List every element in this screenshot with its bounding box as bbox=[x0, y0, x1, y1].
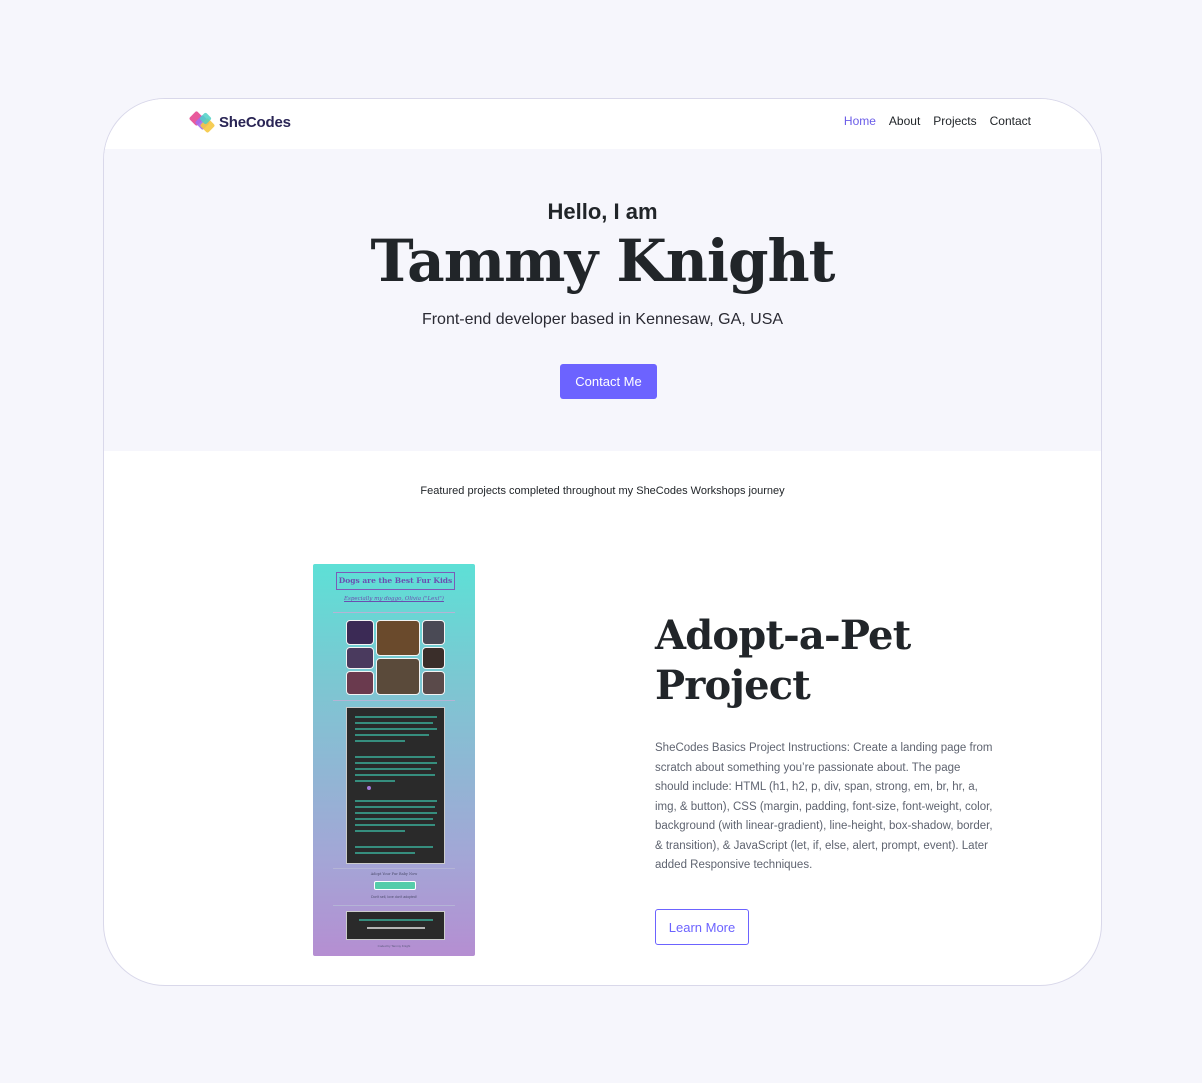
project-description: SheCodes Basics Project Instructions: Cr… bbox=[655, 742, 993, 871]
hero-subtitle: Front-end developer based in Kennesaw, G… bbox=[421, 311, 784, 328]
dog-photo bbox=[376, 658, 420, 695]
text-line bbox=[355, 716, 437, 718]
thumbnail-divider bbox=[333, 612, 455, 613]
text-line bbox=[355, 806, 435, 808]
thumbnail-title: Dogs are the Best Fur Kids bbox=[336, 572, 455, 590]
text-line bbox=[355, 780, 395, 782]
nav-link-projects[interactable]: Projects bbox=[933, 114, 976, 128]
text-line bbox=[355, 728, 437, 730]
project-title: Adopt-a-Pet Project bbox=[655, 612, 911, 709]
dog-photo bbox=[376, 620, 420, 656]
dog-photo bbox=[422, 647, 445, 669]
contact-me-button[interactable]: Contact Me bbox=[560, 364, 657, 399]
nav-link-about[interactable]: About bbox=[889, 114, 920, 128]
project-thumbnail[interactable]: Dogs are the Best Fur Kids Especially my… bbox=[313, 564, 475, 956]
navbar: SheCodes Home About Projects Contact bbox=[104, 99, 1101, 149]
learn-more-button[interactable]: Learn More bbox=[655, 909, 749, 945]
hero-greeting: Hello, I am bbox=[547, 199, 658, 224]
dog-photo bbox=[422, 620, 445, 645]
dog-photo bbox=[346, 671, 374, 695]
text-line bbox=[355, 734, 429, 736]
shecodes-logo-icon bbox=[189, 111, 215, 133]
dog-photo bbox=[422, 671, 445, 695]
text-line bbox=[359, 919, 433, 921]
thumbnail-ack-text: Don't sell, love don't adopted! bbox=[371, 895, 417, 899]
thumbnail-divider bbox=[333, 905, 455, 906]
heart-icon bbox=[367, 786, 371, 790]
thumbnail-adopt-text: Adopt Your Fur Baby Now bbox=[370, 872, 418, 876]
thumbnail-divider bbox=[333, 868, 455, 869]
thumbnail-divider bbox=[333, 700, 455, 701]
text-line bbox=[355, 740, 405, 742]
text-line bbox=[355, 812, 437, 814]
text-line bbox=[355, 756, 435, 758]
dog-photo bbox=[346, 647, 374, 669]
hero-section: Hello, I am Tammy Knight Front-end devel… bbox=[104, 149, 1101, 451]
nav-links: Home About Projects Contact bbox=[844, 114, 1031, 128]
text-line bbox=[355, 824, 435, 826]
thumbnail-subtitle: Especially my doggo, Olivia ("Lexi") bbox=[344, 596, 444, 602]
thumbnail-say-hello-button bbox=[374, 881, 416, 890]
text-line bbox=[355, 722, 433, 724]
text-line bbox=[355, 830, 405, 832]
nav-link-home[interactable]: Home bbox=[844, 114, 876, 128]
dog-photo bbox=[346, 620, 374, 645]
text-line bbox=[367, 927, 425, 929]
text-line bbox=[355, 774, 435, 776]
logo-text: SheCodes bbox=[219, 113, 291, 131]
thumbnail-text-box bbox=[346, 707, 445, 864]
logo[interactable]: SheCodes bbox=[188, 108, 291, 136]
nav-link-contact[interactable]: Contact bbox=[990, 114, 1031, 128]
text-line bbox=[355, 768, 431, 770]
text-line bbox=[355, 852, 415, 854]
thumbnail-links-box bbox=[346, 911, 445, 940]
thumbnail-photo-gallery bbox=[346, 620, 445, 695]
text-line bbox=[355, 762, 437, 764]
text-line bbox=[355, 800, 437, 802]
text-line bbox=[355, 818, 433, 820]
featured-intro: Featured projects completed throughout m… bbox=[420, 485, 785, 497]
text-line bbox=[355, 846, 433, 848]
hero-name: Tammy Knight bbox=[370, 227, 836, 295]
thumbnail-footer: Coded by Tammy Knight bbox=[377, 944, 411, 948]
portfolio-page: SheCodes Home About Projects Contact Hel… bbox=[103, 98, 1102, 986]
